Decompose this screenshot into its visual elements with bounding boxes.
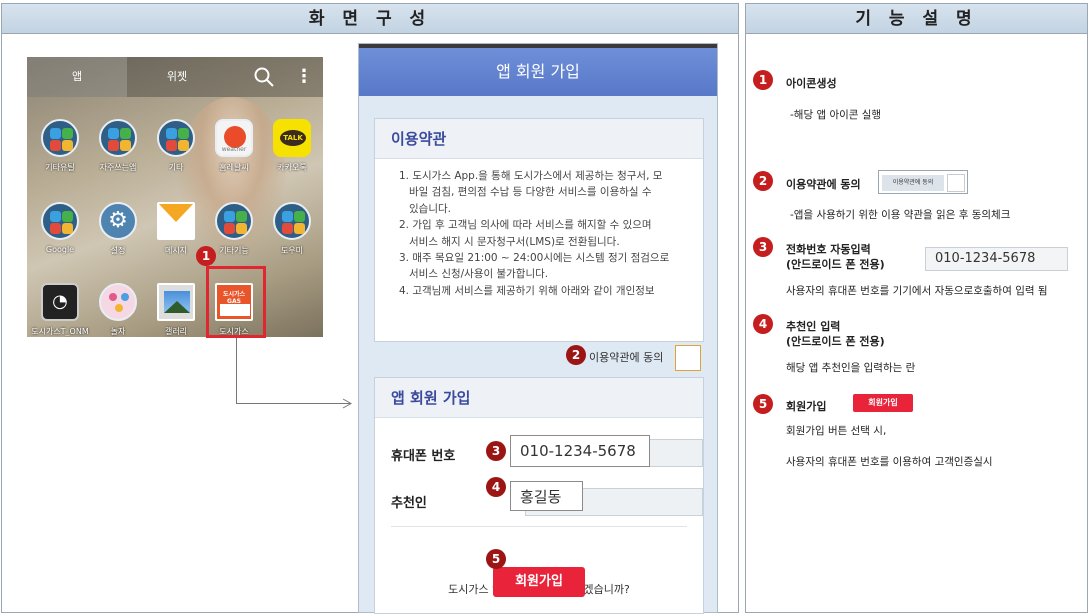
app-folder-utilities[interactable]: 기타유틸 [31, 119, 89, 173]
folder-icon [99, 119, 137, 157]
gear-icon: ⚙ [99, 202, 137, 240]
app-label: 기타 [168, 163, 184, 172]
mail-icon [157, 202, 195, 240]
screen-layout-title: 화 면 구 성 [2, 4, 738, 34]
app-label: 도우미 [280, 246, 304, 255]
badge-5: 5 [486, 549, 506, 569]
badge-2: 2 [566, 345, 586, 365]
app-label: 자주쓰는앱 [99, 163, 137, 172]
desc-text-3: 사용자의 휴대폰 번호를 기기에서 자동으로호출하여 입력 됨 [786, 285, 1048, 297]
highlight-box [206, 266, 266, 338]
desc-text-5b: 사용자의 휴대폰 번호를 이용하여 고객인증실시 [786, 456, 993, 468]
badge-1: 1 [196, 246, 216, 266]
connector-line [236, 338, 237, 404]
desc-subtitle-4: (안드로이드 폰 전용) [786, 335, 885, 348]
tab-widgets[interactable]: 위젯 [127, 57, 227, 97]
agree-label: 이용약관에 동의 [589, 351, 664, 364]
mini-join-preview: 회원가입 [853, 394, 913, 412]
folder-icon [41, 119, 79, 157]
desc-text-1: -해당 앱 아이콘 실행 [790, 109, 882, 121]
app-play[interactable]: 놀자 [89, 283, 147, 337]
weather-icon: weather [215, 119, 253, 157]
app-folder-frequent[interactable]: 자주쓰는앱 [89, 119, 147, 173]
desc-badge-1: 1 [753, 70, 773, 90]
join-heading: 앱 회원 가입 [375, 378, 703, 418]
app-kakaotalk[interactable]: TALK 카카오톡 [263, 119, 321, 173]
app-folder-etc[interactable]: 기타 [147, 119, 205, 173]
app-messages[interactable]: 메시지 [147, 202, 205, 256]
arrow-head-icon [342, 398, 352, 409]
desc-title-4: 추천인 입력 [786, 320, 841, 333]
badge-4: 4 [486, 477, 506, 497]
app-folder-functions[interactable]: 기타기능 [205, 202, 263, 256]
connector-line [236, 403, 350, 404]
referrer-value: 홍길동 [510, 481, 583, 511]
folder-icon [215, 202, 253, 240]
tab-apps[interactable]: 앱 [27, 57, 127, 97]
more-options-icon[interactable]: ⋮ [295, 66, 313, 88]
desc-badge-3: 3 [753, 237, 773, 257]
badge-3: 3 [486, 441, 506, 461]
app-folder-google[interactable]: Google [31, 202, 89, 254]
terms-text[interactable]: 1. 도시가스 App.을 통해 도시가스에서 제공하는 청구서, 모 바일 검… [375, 159, 703, 299]
folder-icon [273, 202, 311, 240]
desc-badge-2: 2 [753, 171, 773, 191]
desc-subtitle-3: (안드로이드 폰 전용) [786, 258, 885, 271]
desc-text-2: -앱을 사용하기 위한 이용 약관을 읽은 후 동의체크 [790, 209, 1011, 221]
app-settings[interactable]: ⚙ 설정 [89, 202, 147, 256]
search-icon[interactable] [253, 66, 275, 88]
desc-text-4: 해당 앱 추천인을 입력하는 란 [786, 362, 916, 374]
form-title: 앱 회원 가입 [359, 48, 717, 96]
app-gas-onm[interactable]: ◔ 도시가스T_ONM [31, 283, 89, 337]
phone-home-screen: 앱 위젯 ⋮ 기타유틸 자주쓰는앱 기타 weather 홈레날씨 TALK 카… [27, 57, 323, 337]
terms-card: 이용약관 1. 도시가스 App.을 통해 도시가스에서 제공하는 청구서, 모… [374, 118, 704, 342]
app-label: 카카오톡 [277, 163, 307, 172]
app-label: 설정 [110, 246, 126, 255]
desc-badge-5: 5 [753, 394, 773, 414]
agree-checkbox[interactable] [675, 345, 701, 371]
referrer-label: 추천인 [391, 496, 427, 511]
phone-label: 휴대폰 번호 [391, 449, 456, 464]
folder-icon [157, 119, 195, 157]
terms-heading: 이용약관 [375, 119, 703, 159]
app-weather[interactable]: weather 홈레날씨 [205, 119, 263, 173]
desc-title-3: 전화번호 자동입력 [786, 243, 871, 256]
app-label: 기타유틸 [45, 163, 75, 172]
app-label: 갤러리 [164, 327, 188, 336]
folder-icon [41, 202, 79, 240]
mini-phone-preview: 010-1234-5678 [925, 247, 1068, 271]
function-description-title: 기 능 설 명 [746, 4, 1087, 34]
desc-title-1: 아이콘생성 [786, 77, 837, 90]
kakaotalk-icon: TALK [273, 119, 311, 157]
clock-app-icon: ◔ [41, 283, 79, 321]
signup-form-screen: 앱 회원 가입 이용약관 1. 도시가스 App.을 통해 도시가스에서 제공하… [358, 43, 718, 614]
phone-value: 010-1234-5678 [510, 435, 650, 467]
desc-text-5: 회원가입 버튼 선택 시, [786, 425, 887, 437]
join-button[interactable]: 회원가입 [493, 567, 585, 597]
desc-badge-4: 4 [753, 314, 773, 334]
app-label: 도시가스T_ONM [31, 327, 89, 336]
desc-title-2: 이용약관에 동의 [786, 178, 861, 191]
app-label: 놀자 [110, 327, 126, 336]
gallery-icon [157, 283, 195, 321]
app-folder-helper[interactable]: 도우미 [263, 202, 321, 256]
app-label: Google [45, 245, 75, 254]
mini-agree-preview: 이용약관에 동의 [878, 170, 968, 194]
app-gallery[interactable]: 갤러리 [147, 283, 205, 337]
function-description-panel: 기 능 설 명 [745, 3, 1088, 613]
desc-title-5: 회원가입 [786, 400, 827, 413]
divider [391, 526, 687, 527]
kids-app-icon [99, 283, 137, 321]
app-label: 홈레날씨 [219, 163, 249, 172]
